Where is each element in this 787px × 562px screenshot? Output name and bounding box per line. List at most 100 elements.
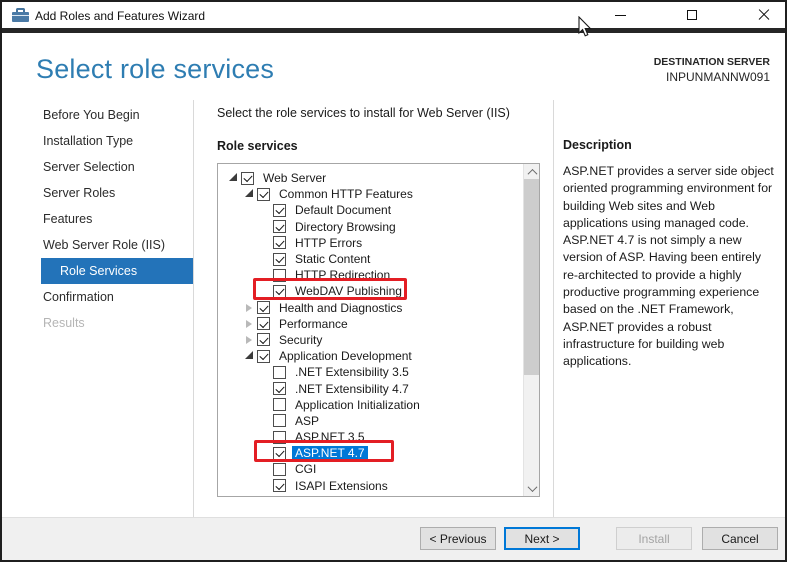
- tree-row-http-redirection[interactable]: HTTP Redirection: [218, 267, 539, 283]
- tree-row-performance[interactable]: Performance: [218, 316, 539, 332]
- maximize-icon: [687, 10, 697, 20]
- minimize-button[interactable]: [597, 2, 643, 28]
- checkbox-checked[interactable]: [257, 333, 270, 346]
- maximize-button[interactable]: [669, 2, 715, 28]
- role-services-caption: Role services: [217, 139, 298, 153]
- expander-collapsed-icon[interactable]: [246, 304, 252, 312]
- tree-row-asp-net-3-5[interactable]: ASP.NET 3.5: [218, 429, 539, 445]
- checkbox-checked[interactable]: [257, 301, 270, 314]
- tree-row-default-document[interactable]: Default Document: [218, 202, 539, 218]
- sidebar-item-server-roles[interactable]: Server Roles: [2, 180, 193, 206]
- destination-server-label: DESTINATION SERVER: [654, 55, 770, 70]
- expander-expanded-icon[interactable]: [245, 189, 253, 197]
- sidebar-item-installation-type[interactable]: Installation Type: [2, 128, 193, 154]
- cancel-button[interactable]: Cancel: [702, 527, 778, 550]
- tree-row-cgi[interactable]: CGI: [218, 461, 539, 477]
- tree-scrollbar[interactable]: [523, 164, 539, 496]
- checkbox-unchecked[interactable]: [273, 414, 286, 427]
- checkbox-unchecked[interactable]: [273, 463, 286, 476]
- tree-row-application-development[interactable]: Application Development: [218, 348, 539, 364]
- tree-item-label[interactable]: .NET Extensibility 3.5: [292, 365, 412, 379]
- sidebar-item-before-you-begin[interactable]: Before You Begin: [2, 102, 193, 128]
- expander-collapsed-icon[interactable]: [246, 320, 252, 328]
- chevron-up-icon: [527, 168, 537, 178]
- tree-item-label[interactable]: .NET Extensibility 4.7: [292, 382, 412, 396]
- description-divider: [553, 100, 554, 517]
- tree-row-webdav-publishing[interactable]: WebDAV Publishing: [218, 283, 539, 299]
- tree-item-label[interactable]: ISAPI Extensions: [292, 479, 391, 493]
- tree-item-label[interactable]: Application Development: [276, 349, 415, 363]
- tree-row-static-content[interactable]: Static Content: [218, 251, 539, 267]
- tree-item-label[interactable]: Web Server: [260, 171, 329, 185]
- expander-expanded-icon[interactable]: [245, 351, 253, 359]
- description-text: ASP.NET provides a server side object or…: [563, 163, 776, 371]
- tree-item-label[interactable]: Static Content: [292, 252, 373, 266]
- minimize-icon: [615, 15, 626, 16]
- tree-item-label[interactable]: WebDAV Publishing: [292, 284, 405, 298]
- tree-item-label[interactable]: Directory Browsing: [292, 220, 399, 234]
- tree-row-web-server[interactable]: Web Server: [218, 170, 539, 186]
- tree-item-label[interactable]: ASP.NET 3.5: [292, 430, 368, 444]
- tree-item-label[interactable]: Security: [276, 333, 325, 347]
- wizard-nav-sidebar: Before You BeginInstallation TypeServer …: [2, 102, 193, 336]
- tree-row--net-extensibility-4-7[interactable]: .NET Extensibility 4.7: [218, 380, 539, 396]
- expander-collapsed-icon[interactable]: [246, 336, 252, 344]
- scrollbar-thumb[interactable]: [524, 179, 540, 375]
- checkbox-unchecked[interactable]: [273, 431, 286, 444]
- checkbox-checked[interactable]: [273, 204, 286, 217]
- checkbox-checked[interactable]: [273, 382, 286, 395]
- tree-item-label[interactable]: HTTP Errors: [292, 236, 365, 250]
- tree-item-label[interactable]: CGI: [292, 462, 319, 476]
- expander-expanded-icon[interactable]: [229, 173, 237, 181]
- scroll-up-button[interactable]: [524, 164, 540, 180]
- close-icon: [758, 9, 770, 21]
- scroll-down-button[interactable]: [524, 480, 540, 496]
- tree-item-label[interactable]: HTTP Redirection: [292, 268, 393, 282]
- tree-item-label[interactable]: Common HTTP Features: [276, 187, 416, 201]
- toolbox-icon: [12, 8, 29, 23]
- tree-item-label[interactable]: Performance: [276, 317, 351, 331]
- instruction-text: Select the role services to install for …: [217, 106, 510, 120]
- tree-item-label[interactable]: Application Initialization: [292, 398, 423, 412]
- checkbox-checked[interactable]: [257, 350, 270, 363]
- tree-row-directory-browsing[interactable]: Directory Browsing: [218, 219, 539, 235]
- previous-button[interactable]: < Previous: [420, 527, 496, 550]
- checkbox-checked[interactable]: [273, 479, 286, 492]
- sidebar-item-web-server-role-iis-[interactable]: Web Server Role (IIS): [2, 232, 193, 258]
- tree-row-security[interactable]: Security: [218, 332, 539, 348]
- tree-row-health-and-diagnostics[interactable]: Health and Diagnostics: [218, 300, 539, 316]
- tree-row-asp[interactable]: ASP: [218, 413, 539, 429]
- sidebar-item-role-services[interactable]: Role Services: [41, 258, 193, 284]
- tree-row--net-extensibility-3-5[interactable]: .NET Extensibility 3.5: [218, 364, 539, 380]
- button-bar: < Previous Next > Install Cancel: [2, 517, 785, 560]
- checkbox-checked[interactable]: [273, 285, 286, 298]
- tree-row-common-http-features[interactable]: Common HTTP Features: [218, 186, 539, 202]
- title-bar: Add Roles and Features Wizard: [2, 2, 785, 28]
- checkbox-checked[interactable]: [273, 220, 286, 233]
- checkbox-checked[interactable]: [257, 317, 270, 330]
- tree-item-label[interactable]: ASP.NET 4.7: [292, 446, 368, 460]
- tree-row-application-initialization[interactable]: Application Initialization: [218, 397, 539, 413]
- sidebar-item-confirmation[interactable]: Confirmation: [2, 284, 193, 310]
- checkbox-checked[interactable]: [241, 172, 254, 185]
- tree-item-label[interactable]: Health and Diagnostics: [276, 301, 405, 315]
- checkbox-checked[interactable]: [273, 447, 286, 460]
- checkbox-unchecked[interactable]: [273, 398, 286, 411]
- checkbox-unchecked[interactable]: [273, 269, 286, 282]
- add-roles-features-wizard-window: { "window": { "title": "Add Roles and Fe…: [0, 0, 787, 562]
- checkbox-checked[interactable]: [273, 253, 286, 266]
- close-button[interactable]: [741, 2, 787, 28]
- tree-row-http-errors[interactable]: HTTP Errors: [218, 235, 539, 251]
- install-button[interactable]: Install: [616, 527, 692, 550]
- checkbox-checked[interactable]: [273, 236, 286, 249]
- sidebar-item-server-selection[interactable]: Server Selection: [2, 154, 193, 180]
- sidebar-item-results: Results: [2, 310, 193, 336]
- tree-row-asp-net-4-7[interactable]: ASP.NET 4.7: [218, 445, 539, 461]
- tree-row-isapi-extensions[interactable]: ISAPI Extensions: [218, 478, 539, 494]
- next-button[interactable]: Next >: [504, 527, 580, 550]
- checkbox-checked[interactable]: [257, 188, 270, 201]
- checkbox-unchecked[interactable]: [273, 366, 286, 379]
- tree-item-label[interactable]: Default Document: [292, 203, 394, 217]
- sidebar-item-features[interactable]: Features: [2, 206, 193, 232]
- tree-item-label[interactable]: ASP: [292, 414, 322, 428]
